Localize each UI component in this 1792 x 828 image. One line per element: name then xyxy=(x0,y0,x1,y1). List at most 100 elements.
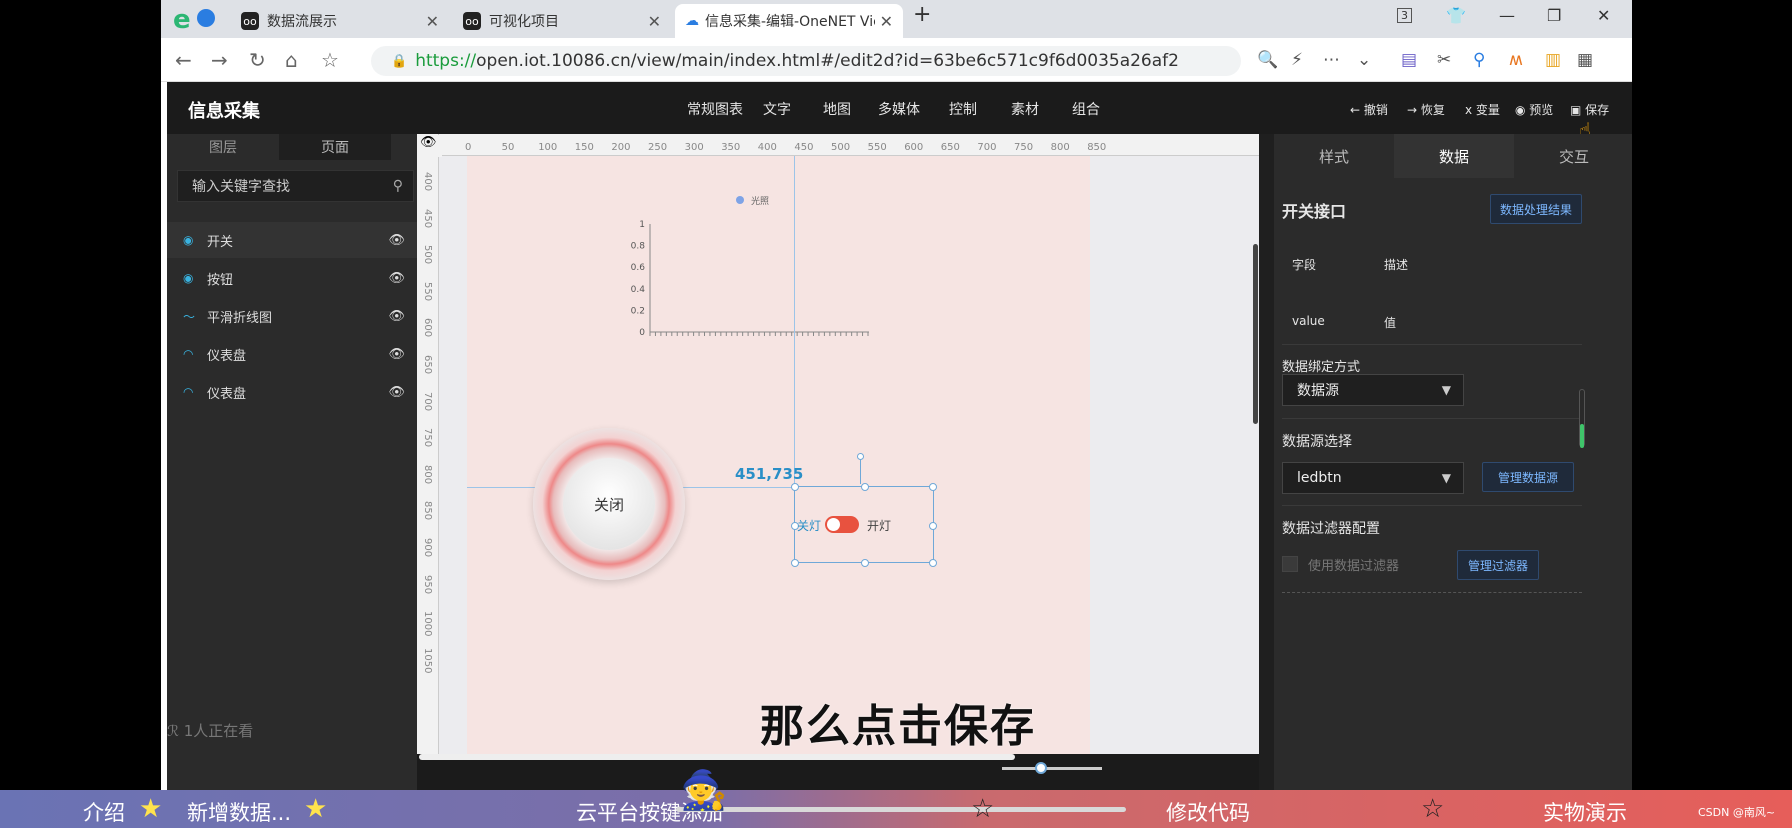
ruler-tick-label: 250 xyxy=(648,142,668,153)
chapter-intro[interactable]: 介绍 xyxy=(83,797,125,827)
resize-handle[interactable] xyxy=(861,483,869,491)
zoom-slider-knob[interactable] xyxy=(1035,762,1047,774)
chapter-modify-code[interactable]: 修改代码 xyxy=(1166,797,1250,827)
round-button-label: 关闭 xyxy=(593,495,624,514)
chapter-add-data[interactable]: 新增数据... xyxy=(187,797,291,827)
canvas-area[interactable]: 光照 0 0.2 0.4 0.6 0.8 1 451,735 关闭 关灯 开灯 … xyxy=(417,134,1259,754)
note-icon[interactable]: ▥ xyxy=(1545,50,1561,70)
tab-pages[interactable]: 页面 xyxy=(279,134,391,160)
tab-data[interactable]: 数据 xyxy=(1394,134,1514,178)
menu-media[interactable]: 多媒体 xyxy=(878,99,920,119)
reload-icon[interactable]: ↻ xyxy=(249,48,266,72)
back-icon[interactable]: ← xyxy=(175,48,192,72)
zoom-slider-track[interactable] xyxy=(1002,767,1102,770)
variable-button[interactable]: x 变量 xyxy=(1465,101,1500,118)
redo-button[interactable]: → 恢复 xyxy=(1407,101,1445,118)
tab-count-icon[interactable]: 3 xyxy=(1397,8,1412,23)
minimize-icon[interactable]: — xyxy=(1499,6,1515,25)
resize-handle[interactable] xyxy=(791,483,799,491)
search-icon[interactable]: 🔍 xyxy=(1257,50,1278,70)
tab-layers[interactable]: 图层 xyxy=(167,134,279,160)
translate-icon[interactable]: ⚲ xyxy=(1473,50,1485,70)
home-icon[interactable]: ⌂ xyxy=(285,48,298,72)
layer-item-gauge[interactable]: ◠ 仪表盘 👁 xyxy=(167,374,417,410)
selection-box[interactable]: 关灯 开灯 xyxy=(791,453,937,567)
menu-text[interactable]: 文字 xyxy=(763,99,791,119)
panel-scrollbar-thumb[interactable] xyxy=(1580,424,1584,448)
more-icon[interactable]: ⋯ xyxy=(1323,50,1340,70)
menu-assets[interactable]: 素材 xyxy=(1011,99,1039,119)
close-icon[interactable]: ✕ xyxy=(880,12,893,31)
eye-icon[interactable]: 👁 xyxy=(388,309,405,324)
layer-item-switch[interactable]: ◉ 开关 👁 xyxy=(167,222,417,258)
menu-group[interactable]: 组合 xyxy=(1072,99,1100,119)
preview-button[interactable]: ◉ 预览 xyxy=(1515,101,1553,118)
eye-icon[interactable]: 👁 xyxy=(388,271,405,286)
chevron-down-icon[interactable]: ⌄ xyxy=(1357,50,1371,70)
reader-icon[interactable]: ▤ xyxy=(1401,50,1417,70)
undo-icon: ← xyxy=(1350,103,1364,117)
search-icon[interactable]: ⚲ xyxy=(393,178,403,194)
tab-style[interactable]: 样式 xyxy=(1274,134,1394,178)
shirt-icon[interactable]: 👕 xyxy=(1446,6,1466,25)
resize-handle[interactable] xyxy=(929,522,937,530)
tab-editor[interactable]: ☁ 信息采集-编辑-OneNET View ✕ xyxy=(675,4,903,38)
tab-data-flow[interactable]: oo 数据流展示 ✕ xyxy=(231,4,449,38)
menu-control[interactable]: 控制 xyxy=(949,99,977,119)
telegram-icon[interactable] xyxy=(197,9,215,27)
resize-handle[interactable] xyxy=(791,559,799,567)
filter-checkbox[interactable] xyxy=(1282,556,1298,572)
ruler-tick-label: 550 xyxy=(422,281,433,301)
extension-icon[interactable]: ʍ xyxy=(1509,50,1523,70)
bookmark-star-icon[interactable]: ☆ xyxy=(321,48,339,72)
layer-item-button[interactable]: ◉ 按钮 👁 xyxy=(167,260,417,296)
line-chart[interactable]: 光照 0 0.2 0.4 0.6 0.8 1 xyxy=(607,186,877,346)
manage-filter-button[interactable]: 管理过滤器 xyxy=(1457,550,1539,580)
maximize-icon[interactable]: ❐ xyxy=(1547,6,1561,25)
eye-icon[interactable]: 👁 xyxy=(388,233,405,248)
tab-label: 数据流展示 xyxy=(267,14,337,30)
rotate-handle[interactable] xyxy=(860,456,861,484)
undo-button[interactable]: ← 撤销 xyxy=(1350,101,1388,118)
round-button[interactable]: 关闭 xyxy=(533,428,685,580)
lightning-icon[interactable]: ⚡ xyxy=(1291,50,1303,70)
toggle-switch[interactable] xyxy=(825,516,859,533)
ruler-eye-icon[interactable]: 👁 xyxy=(420,135,442,157)
new-tab-icon[interactable]: + xyxy=(913,2,931,27)
bind-mode-select[interactable]: 数据源 ▼ xyxy=(1282,374,1464,406)
url-field[interactable]: 🔒 https:// open.iot.10086.cn/view/main/i… xyxy=(371,46,1241,76)
tab-visual-project[interactable]: oo 可视化项目 ✕ xyxy=(453,4,671,38)
ruler-tick-label: 850 xyxy=(422,501,433,521)
resize-handle[interactable] xyxy=(861,559,869,567)
progress-track[interactable] xyxy=(676,807,1126,812)
eye-icon[interactable]: 👁 xyxy=(388,385,405,400)
forward-icon[interactable]: → xyxy=(211,48,228,72)
layer-item-gauge[interactable]: ◠ 仪表盘 👁 xyxy=(167,336,417,372)
menu-map[interactable]: 地图 xyxy=(823,99,851,119)
resize-handle[interactable] xyxy=(929,559,937,567)
tab-interaction[interactable]: 交互 xyxy=(1514,134,1632,178)
menu-charts[interactable]: 常规图表 xyxy=(687,99,743,119)
rotate-handle-knob[interactable] xyxy=(857,453,864,460)
bind-mode-value: 数据源 xyxy=(1297,383,1339,399)
layer-item-line-chart[interactable]: 〜 平滑折线图 👁 xyxy=(167,298,417,334)
eye-icon[interactable]: 👁 xyxy=(388,347,405,362)
manage-source-button[interactable]: 管理数据源 xyxy=(1482,462,1574,492)
chapter-demo[interactable]: 实物演示 xyxy=(1543,797,1627,827)
browser-logo-icon[interactable]: e xyxy=(173,5,191,35)
close-icon[interactable]: ✕ xyxy=(426,12,439,31)
save-button[interactable]: ▣ 保存 xyxy=(1570,101,1609,118)
close-window-icon[interactable]: ✕ xyxy=(1597,6,1610,25)
process-result-button[interactable]: 数据处理结果 xyxy=(1490,194,1582,224)
onenet-icon: oo xyxy=(241,12,259,30)
layer-search-input[interactable]: 输入关键字查找 ⚲ xyxy=(177,170,414,202)
canvas-page[interactable]: 光照 0 0.2 0.4 0.6 0.8 1 451,735 关闭 关灯 开灯 xyxy=(467,156,1090,754)
close-icon[interactable]: ✕ xyxy=(648,12,661,31)
scissors-icon[interactable]: ✂ xyxy=(1437,50,1451,70)
round-button-face[interactable]: 关闭 xyxy=(563,458,655,550)
vertical-scrollbar[interactable] xyxy=(1253,244,1258,424)
resize-handle[interactable] xyxy=(929,483,937,491)
horizontal-scrollbar[interactable] xyxy=(419,754,1015,760)
source-select[interactable]: ledbtn ▼ xyxy=(1282,462,1464,494)
apps-icon[interactable]: ▦ xyxy=(1577,50,1593,70)
